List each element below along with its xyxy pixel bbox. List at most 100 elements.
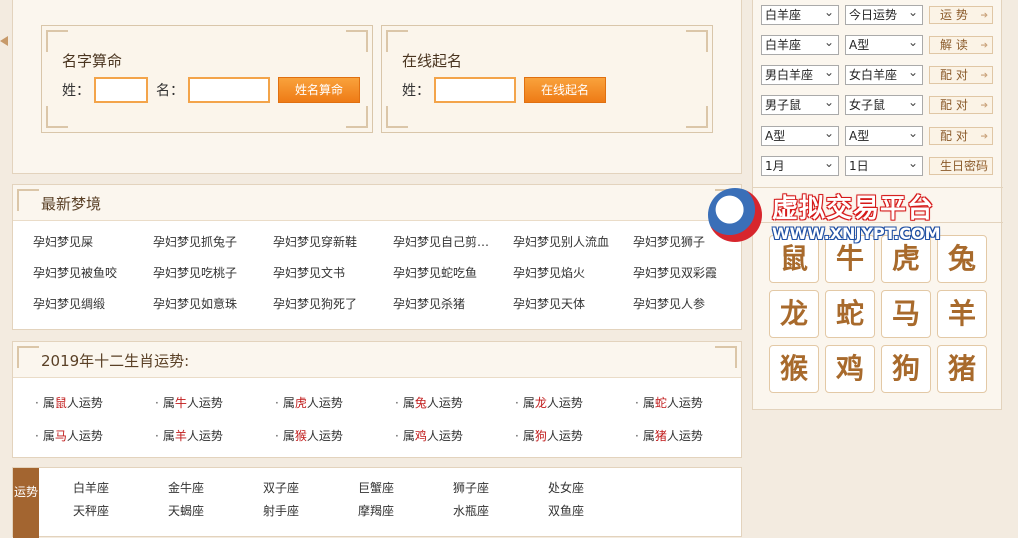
zodiac-prefix: 属 bbox=[42, 429, 55, 443]
tool-submit-button[interactable]: 解 读 ➔ bbox=[929, 36, 993, 54]
dream-link[interactable]: 孕妇梦见文书 bbox=[273, 264, 393, 281]
tool-select-secondary[interactable]: 女子鼠 bbox=[845, 93, 923, 115]
zodiac-fortune-list: · 属鼠人运势 · 属牛人运势 · 属虎人运势 · 属兔人运势 · 属龙人运势 · 属蛇人运势 · 属马人… bbox=[35, 394, 755, 444]
tool-select-secondary[interactable]: A型 bbox=[845, 33, 923, 55]
horoscope-sign-link[interactable]: 双鱼座 bbox=[548, 502, 643, 519]
horoscope-sign-link[interactable]: 天蝎座 bbox=[168, 502, 263, 519]
zodiac-fortune-link[interactable]: · 属狗人运势 bbox=[515, 427, 635, 444]
zodiac-animal-tile[interactable]: 龙 bbox=[769, 290, 819, 338]
zodiac-prefix: 属 bbox=[642, 429, 655, 443]
tool-submit-button[interactable]: 生日密码 ➔ bbox=[929, 157, 993, 175]
tool-select-primary[interactable]: 1月 bbox=[761, 154, 839, 176]
zodiac-animal-tile[interactable]: 鸡 bbox=[825, 345, 875, 393]
dream-link[interactable]: 孕妇梦见别人流血 bbox=[513, 233, 633, 250]
dream-link[interactable]: 孕妇梦见绸缎 bbox=[33, 295, 153, 312]
zodiac-fortune-title: 2019年十二生肖运势: bbox=[41, 352, 190, 370]
zodiac-fortune-link[interactable]: · 属猴人运势 bbox=[275, 427, 395, 444]
horoscope-sign-link[interactable]: 狮子座 bbox=[453, 479, 548, 496]
tool-select-primary[interactable]: 白羊座 bbox=[761, 3, 839, 25]
tool-submit-button[interactable]: 配 对 ➔ bbox=[929, 96, 993, 114]
dream-link[interactable]: 孕妇梦见狗死了 bbox=[273, 295, 393, 312]
zodiac-animal-tile[interactable]: 蛇 bbox=[825, 290, 875, 338]
name-fortune-button[interactable]: 姓名算命 bbox=[278, 77, 361, 103]
zodiac-animal: 猴 bbox=[294, 429, 307, 443]
horoscope-sign-link[interactable]: 金牛座 bbox=[168, 479, 263, 496]
dream-link[interactable]: 孕妇梦见杀猪 bbox=[393, 295, 513, 312]
bullet-icon: · bbox=[515, 396, 519, 410]
zodiac-suffix: 人运势 bbox=[426, 429, 463, 443]
dream-link[interactable]: 孕妇梦见吃桃子 bbox=[153, 264, 273, 281]
tool-submit-button[interactable]: 运 势 ➔ bbox=[929, 6, 993, 24]
tool-select-secondary[interactable]: 今日运势 bbox=[845, 3, 923, 25]
horoscope-sign-link[interactable]: 白羊座 bbox=[73, 479, 168, 496]
zodiac-fortune-link[interactable]: · 属猪人运势 bbox=[635, 427, 755, 444]
dream-link[interactable]: 孕妇梦见穿新鞋 bbox=[273, 233, 393, 250]
collapse-arrow-icon[interactable] bbox=[0, 36, 8, 46]
horoscope-sign-link[interactable]: 天秤座 bbox=[73, 502, 168, 519]
dream-link[interactable]: 孕妇梦见屎 bbox=[33, 233, 153, 250]
tool-select-primary[interactable]: A型 bbox=[761, 124, 839, 146]
zodiac-fortune-link[interactable]: · 属兔人运势 bbox=[395, 394, 515, 411]
zodiac-suffix: 人运势 bbox=[66, 429, 103, 443]
zodiac-animal: 猪 bbox=[654, 429, 667, 443]
tool-button-label: 配 对 bbox=[940, 129, 968, 143]
given-name-input[interactable] bbox=[188, 77, 270, 103]
zodiac-animal-tile[interactable]: 猴 bbox=[769, 345, 819, 393]
watermark-url: WWW.XNJYPT.COM bbox=[772, 224, 941, 243]
dream-link[interactable]: 孕妇梦见人参 bbox=[633, 295, 753, 312]
tool-select-primary[interactable]: 男子鼠 bbox=[761, 93, 839, 115]
zodiac-animal-grid: 鼠牛虎兔龙蛇马羊猴鸡狗猪 bbox=[769, 235, 987, 393]
zodiac-fortune-link[interactable]: · 属龙人运势 bbox=[515, 394, 635, 411]
zodiac-prefix: 属 bbox=[402, 429, 415, 443]
dream-link[interactable]: 孕妇梦见自己剪… bbox=[393, 233, 513, 250]
tool-submit-button[interactable]: 配 对 ➔ bbox=[929, 127, 993, 145]
tool-select-secondary[interactable]: 女白羊座 bbox=[845, 63, 923, 85]
calculator-panel: 名字算命 姓： 名： 姓名算命 在线起名 姓： 在线起名 bbox=[12, 0, 742, 174]
zodiac-animal-tile[interactable]: 羊 bbox=[937, 290, 987, 338]
horoscope-sign-link[interactable]: 摩羯座 bbox=[358, 502, 453, 519]
bullet-icon: · bbox=[395, 396, 399, 410]
horoscope-sign-link[interactable]: 处女座 bbox=[548, 479, 643, 496]
dream-link[interactable]: 孕妇梦见双彩霞 bbox=[633, 264, 753, 281]
zodiac-animal: 鼠 bbox=[54, 396, 67, 410]
surname-input[interactable] bbox=[94, 77, 148, 103]
zodiac-fortune-link[interactable]: · 属牛人运势 bbox=[155, 394, 275, 411]
bullet-icon: · bbox=[275, 396, 279, 410]
horoscope-sign-link[interactable]: 巨蟹座 bbox=[358, 479, 453, 496]
dream-link[interactable]: 孕妇梦见蛇吃鱼 bbox=[393, 264, 513, 281]
zodiac-suffix: 人运势 bbox=[66, 396, 103, 410]
zodiac-prefix: 属 bbox=[162, 396, 175, 410]
dream-link[interactable]: 孕妇梦见焰火 bbox=[513, 264, 633, 281]
tool-submit-button[interactable]: 配 对 ➔ bbox=[929, 66, 993, 84]
dream-link[interactable]: 孕妇梦见如意珠 bbox=[153, 295, 273, 312]
bullet-icon: · bbox=[155, 396, 159, 410]
zodiac-animal-tile[interactable]: 马 bbox=[881, 290, 931, 338]
horoscope-sign-link[interactable]: 水瓶座 bbox=[453, 502, 548, 519]
tool-select-primary[interactable]: 男白羊座 bbox=[761, 63, 839, 85]
horoscope-sign-link[interactable]: 射手座 bbox=[263, 502, 358, 519]
zodiac-suffix: 人运势 bbox=[186, 396, 223, 410]
zodiac-prefix: 属 bbox=[642, 396, 655, 410]
horoscope-sign-link[interactable]: 双子座 bbox=[263, 479, 358, 496]
tool-select-secondary[interactable]: A型 bbox=[845, 124, 923, 146]
dream-link[interactable]: 孕妇梦见抓兔子 bbox=[153, 233, 273, 250]
tool-row: 白羊座 A型 解 读 ➔ bbox=[761, 33, 993, 55]
dream-link[interactable]: 孕妇梦见被鱼咬 bbox=[33, 264, 153, 281]
zodiac-animal-tile[interactable]: 狗 bbox=[881, 345, 931, 393]
zodiac-animal: 鸡 bbox=[414, 429, 427, 443]
online-surname-input[interactable] bbox=[434, 77, 516, 103]
watermark-title: 虚拟交易平台 bbox=[772, 194, 935, 224]
zodiac-prefix: 属 bbox=[402, 396, 415, 410]
tool-select-primary[interactable]: 白羊座 bbox=[761, 33, 839, 55]
zodiac-animal-tile[interactable]: 猪 bbox=[937, 345, 987, 393]
zodiac-fortune-link[interactable]: · 属马人运势 bbox=[35, 427, 155, 444]
dream-link[interactable]: 孕妇梦见天体 bbox=[513, 295, 633, 312]
given-name-label: 名： bbox=[156, 83, 184, 99]
zodiac-fortune-link[interactable]: · 属鸡人运势 bbox=[395, 427, 515, 444]
zodiac-fortune-link[interactable]: · 属羊人运势 bbox=[155, 427, 275, 444]
zodiac-fortune-link[interactable]: · 属蛇人运势 bbox=[635, 394, 755, 411]
tool-select-secondary[interactable]: 1日 bbox=[845, 154, 923, 176]
zodiac-fortune-link[interactable]: · 属鼠人运势 bbox=[35, 394, 155, 411]
online-naming-button[interactable]: 在线起名 bbox=[524, 77, 607, 103]
zodiac-fortune-link[interactable]: · 属虎人运势 bbox=[275, 394, 395, 411]
